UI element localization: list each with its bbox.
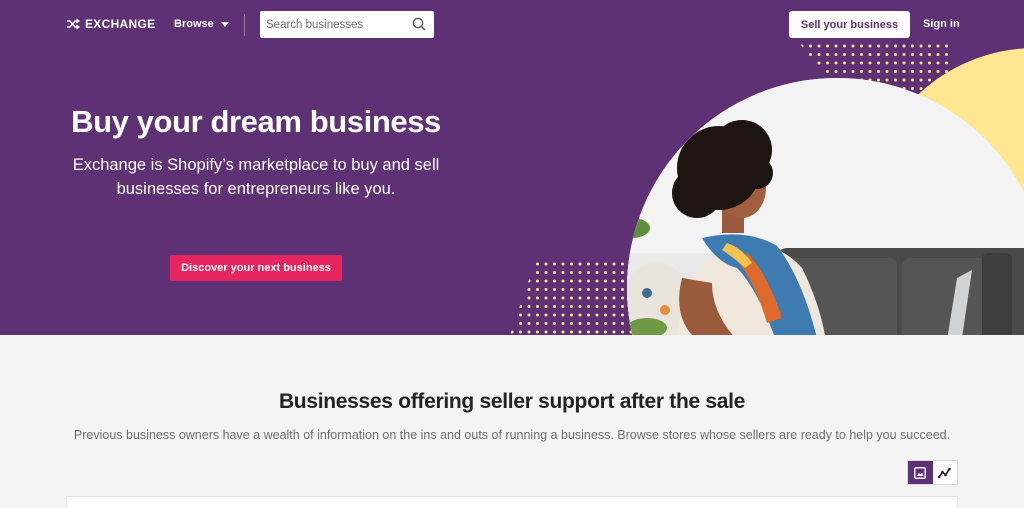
search-input[interactable] [260,12,405,37]
exchange-logo[interactable]: EXCHANGE [66,17,155,31]
business-list-card [66,496,958,508]
caret-down-icon [220,21,229,27]
view-toggle [907,460,958,485]
section-title: Businesses offering seller support after… [278,390,746,413]
browse-dropdown[interactable]: Browse [174,18,229,30]
browse-label: Browse [174,18,214,30]
grid-view-button[interactable] [908,461,933,484]
hero-banner: EXCHANGE Browse Sell your business Sign … [0,0,1024,335]
section-description: Previous business owners have a wealth o… [73,428,951,442]
trend-line-icon [938,467,952,478]
discover-business-button[interactable]: Discover your next business [170,255,342,281]
chart-view-button[interactable] [933,461,958,484]
logo-text: EXCHANGE [85,17,156,31]
sign-in-link[interactable]: Sign in [923,18,960,30]
sell-your-business-button[interactable]: Sell your business [789,11,910,38]
search-box [260,11,434,38]
hero-title: Buy your dream business [71,104,441,139]
shuffle-icon [67,18,80,30]
search-icon[interactable] [412,17,426,31]
nav-divider [244,14,245,36]
hero-subtitle: Exchange is Shopify’s marketplace to buy… [72,156,440,198]
image-icon [914,466,927,479]
